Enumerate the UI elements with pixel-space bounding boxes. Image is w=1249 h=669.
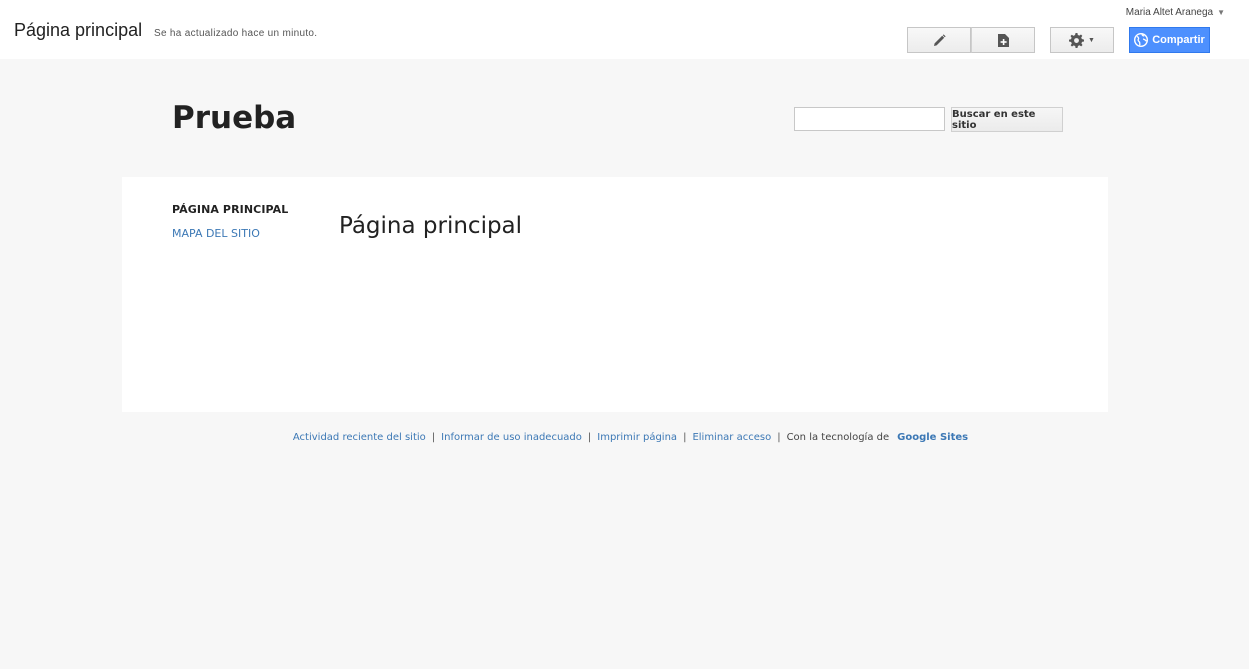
report-abuse-link[interactable]: Informar de uso inadecuado [441,432,582,443]
footer-separator: | [683,432,687,443]
more-actions-button[interactable]: ▼ [1050,27,1114,53]
recent-activity-link[interactable]: Actividad reciente del sitio [293,432,426,443]
page-title: Página principal [339,213,523,239]
sidebar-item-sitemap[interactable]: MAPA DEL SITIO [172,227,260,240]
share-label: Compartir [1152,34,1205,46]
new-page-button[interactable] [971,27,1035,53]
gear-icon [1069,32,1085,48]
last-updated-text: Se ha actualizado hace un minuto. [154,28,318,39]
search-site-button[interactable]: Buscar en este sitio [951,107,1063,132]
footer-separator: | [587,432,592,443]
user-name: Maria Altet Aranega [1125,7,1214,18]
edit-button-group [907,27,1035,53]
user-menu[interactable]: Maria Altet Aranega ▼ [1126,7,1225,18]
search-input[interactable] [794,107,945,131]
top-bar: Página principal Se ha actualizado hace … [0,0,1249,59]
chevron-down-icon: ▼ [1217,8,1225,17]
page-name: Página principal [14,20,143,40]
globe-icon [1134,33,1149,47]
sidebar-item-home[interactable]: PÁGINA PRINCIPAL [172,203,288,216]
footer-separator: | [777,432,781,443]
content-panel: PÁGINA PRINCIPAL MAPA DEL SITIO Página p… [122,177,1108,412]
pencil-icon [933,33,946,46]
edit-page-button[interactable] [907,27,971,53]
footer: Actividad reciente del sitio | Informar … [0,432,1249,443]
print-page-link[interactable]: Imprimir página [597,432,677,443]
remove-access-link[interactable]: Eliminar acceso [692,432,771,443]
site-title[interactable]: Prueba [172,100,296,136]
new-page-icon [997,33,1009,47]
footer-separator: | [431,432,436,443]
share-button[interactable]: Compartir [1129,27,1210,53]
powered-by-text: Con la tecnología de [786,432,890,443]
chevron-down-icon: ▼ [1088,36,1095,44]
google-sites-link[interactable]: Google Sites [897,432,968,443]
